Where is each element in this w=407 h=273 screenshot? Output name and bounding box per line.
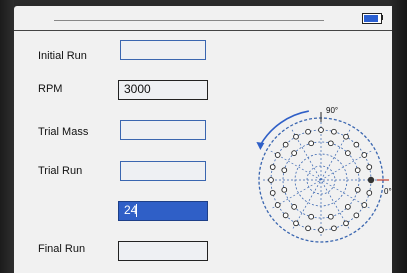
hole-marker xyxy=(331,128,337,135)
hole-marker xyxy=(274,152,281,158)
hole-marker xyxy=(354,167,361,174)
selected-hole-marker xyxy=(367,176,375,184)
hole-marker xyxy=(293,220,299,227)
hole-marker xyxy=(354,186,361,193)
hole-marker xyxy=(343,220,349,227)
hole-marker xyxy=(366,190,373,196)
hole-marker xyxy=(308,140,315,147)
hole-marker xyxy=(291,150,297,156)
initial-run-field[interactable] xyxy=(120,40,206,60)
rpm-value: 3000 xyxy=(124,82,151,96)
hole-marker xyxy=(353,212,360,219)
hole-marker xyxy=(281,186,288,193)
rpm-field[interactable]: 3000 xyxy=(118,80,208,100)
active-input-field[interactable]: 24 xyxy=(118,201,208,221)
hole-marker xyxy=(345,204,351,210)
trial-mass-label: Trial Mass xyxy=(38,126,89,138)
hole-marker xyxy=(305,128,311,135)
hole-marker xyxy=(331,225,337,232)
initial-run-label: Initial Run xyxy=(38,50,87,62)
hole-marker xyxy=(305,225,311,232)
hole-marker xyxy=(269,190,276,196)
hole-marker xyxy=(327,213,334,220)
battery-fill xyxy=(364,15,378,22)
hole-marker xyxy=(318,227,324,233)
hole-marker xyxy=(327,140,334,147)
battery-icon xyxy=(362,13,382,24)
hole-marker xyxy=(343,133,349,140)
angle-0-label: 0° xyxy=(384,187,392,196)
hole-marker xyxy=(345,150,351,156)
hole-marker xyxy=(318,127,324,133)
rotation-arrowhead xyxy=(256,142,265,150)
hole-marker xyxy=(282,141,289,148)
hole-marker xyxy=(291,204,297,210)
hole-marker xyxy=(366,164,373,170)
hole-marker xyxy=(274,202,281,208)
rpm-label: RPM xyxy=(38,83,63,95)
polar-grid xyxy=(256,110,389,243)
device-screen: Initial Run RPM 3000 Trial Mass Trial Ru… xyxy=(14,6,392,273)
hole-marker xyxy=(361,202,368,208)
hole-marker xyxy=(281,167,288,174)
angle-90-label: 90° xyxy=(326,106,338,115)
bezel-left xyxy=(0,0,14,273)
final-run-field[interactable] xyxy=(118,241,208,261)
hole-marker xyxy=(361,152,368,158)
final-run-label: Final Run xyxy=(38,243,86,255)
trial-run-field[interactable] xyxy=(120,161,206,181)
status-divider xyxy=(54,20,324,21)
text-caret xyxy=(136,204,137,217)
hole-marker xyxy=(308,213,315,220)
trial-run-label: Trial Run xyxy=(38,165,83,177)
status-bar xyxy=(14,6,392,31)
trial-mass-field[interactable] xyxy=(120,120,206,140)
polar-plot[interactable]: 90° 0° xyxy=(246,101,396,251)
hole-marker xyxy=(353,141,360,148)
battery-tip xyxy=(381,15,383,20)
hole-marker xyxy=(269,164,276,170)
hole-marker xyxy=(282,212,289,219)
rotation-arrow xyxy=(259,110,309,146)
hole-marker xyxy=(268,177,274,183)
hole-marker xyxy=(293,133,299,140)
